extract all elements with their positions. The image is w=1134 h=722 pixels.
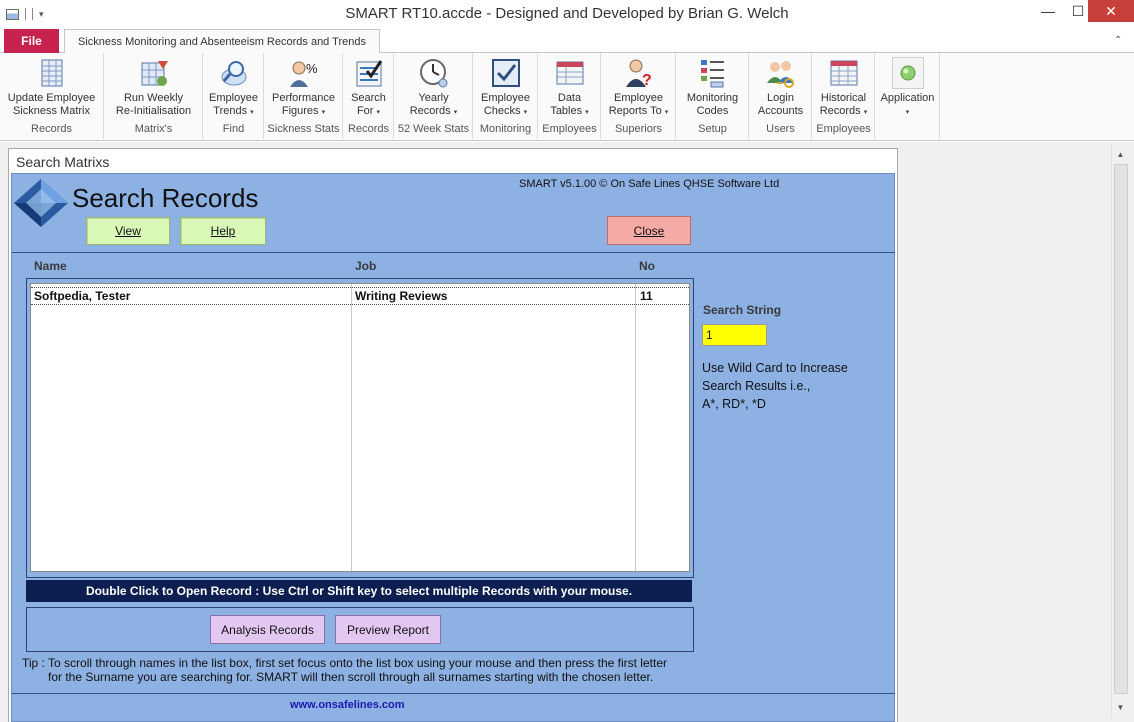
close-window-button[interactable]: ✕: [1088, 0, 1134, 22]
list-column-job: [352, 284, 636, 571]
application-button[interactable]: Application ▾: [876, 57, 939, 119]
analysis-records-button[interactable]: Analysis Records: [210, 615, 325, 644]
users-keys-icon: [765, 57, 797, 89]
ribbon: Update Employee Sickness Matrix Records R…: [0, 53, 1134, 141]
svg-text:?: ?: [642, 72, 652, 89]
list-codes-icon: [697, 57, 729, 89]
ribbon-group-superiors: ? Employee Reports To ▾ Superiors: [602, 53, 676, 139]
diamond-logo-icon: [12, 177, 70, 229]
column-header-name: Name: [34, 259, 67, 273]
ribbon-group-sickness-stats: % Performance Figures ▾ Sickness Stats: [265, 53, 343, 139]
maximize-button[interactable]: ☐: [1066, 0, 1090, 22]
checklist-icon: [353, 57, 385, 89]
tip-text: Tip : To scroll through names in the lis…: [22, 656, 667, 684]
employee-reports-to-button[interactable]: ? Employee Reports To ▾: [602, 57, 675, 119]
group-label: Records: [31, 123, 72, 135]
page-title: Search Records: [72, 183, 259, 213]
column-header-job: Job: [355, 259, 377, 273]
search-string-input[interactable]: [702, 324, 767, 346]
vertical-scrollbar[interactable]: ▲ ▼: [1111, 144, 1129, 718]
svg-text:%: %: [306, 61, 318, 76]
login-accounts-button[interactable]: Login Accounts: [750, 57, 811, 118]
list-cell-no: 11: [640, 289, 653, 303]
group-label: Setup: [698, 123, 727, 135]
instruction-bar: Double Click to Open Record : Use Ctrl o…: [26, 580, 692, 602]
user-question-icon: ?: [623, 57, 655, 89]
list-column-name: [31, 284, 352, 571]
divider: [12, 252, 895, 253]
scroll-down-icon[interactable]: ▼: [1112, 699, 1129, 716]
historical-records-button[interactable]: Historical Records ▾: [813, 57, 874, 119]
performance-figures-button[interactable]: % Performance Figures ▾: [265, 57, 342, 119]
group-label: Employees: [542, 123, 597, 135]
list-cell-name: Softpedia, Tester: [34, 289, 131, 303]
ribbon-group-find: Employee Trends ▾ Find: [204, 53, 264, 139]
refresh-matrix-icon: [138, 57, 170, 89]
find-icon: [218, 57, 250, 89]
ribbon-group-employees: Data Tables ▾ Employees: [539, 53, 601, 139]
percent-user-icon: %: [288, 57, 320, 89]
minimize-button[interactable]: —: [1036, 0, 1060, 22]
column-header-no: No: [639, 259, 655, 273]
ribbon-group-application: Application ▾: [876, 53, 940, 139]
employee-checks-button[interactable]: Employee Checks ▾: [474, 57, 537, 119]
group-label: Find: [222, 123, 245, 135]
data-table-icon: [554, 57, 586, 89]
monitoring-codes-button[interactable]: Monitoring Codes: [677, 57, 748, 118]
view-button[interactable]: View: [86, 217, 170, 245]
table-icon: [36, 57, 68, 89]
yearly-records-button[interactable]: Yearly Records ▾: [395, 57, 472, 119]
group-label: Records: [348, 123, 389, 135]
form-tab-title: Search Matrixs: [9, 149, 897, 173]
chevron-up-icon[interactable]: ⌃: [1114, 35, 1122, 46]
group-label: Employees: [816, 123, 871, 135]
preview-report-button[interactable]: Preview Report: [335, 615, 441, 644]
ribbon-group-users: Login Accounts Users: [750, 53, 812, 139]
file-tab[interactable]: File: [4, 29, 59, 53]
window-title: SMART RT10.accde - Designed and Develope…: [345, 5, 789, 22]
ribbon-group-records-search: Search For ▾ Records: [344, 53, 394, 139]
update-sickness-matrix-button[interactable]: Update Employee Sickness Matrix: [0, 57, 103, 118]
run-weekly-reinitialisation-button[interactable]: Run Weekly Re-Initialisation: [105, 57, 202, 118]
scrollbar-thumb[interactable]: [1114, 164, 1128, 694]
wildcard-note: Use Wild Card to Increase Search Results…: [702, 361, 848, 411]
ribbon-group-employees-history: Historical Records ▾ Employees: [813, 53, 875, 139]
title-bar: ▾ SMART RT10.accde - Designed and Develo…: [0, 0, 1134, 30]
group-label: Matrix's: [134, 123, 173, 135]
employee-trends-button[interactable]: Employee Trends ▾: [204, 57, 263, 119]
checkbox-icon: [490, 57, 522, 89]
clock-icon: [418, 57, 450, 89]
ribbon-group-matrixs: Run Weekly Re-Initialisation Matrix's: [105, 53, 203, 139]
copyright-text: SMART v5.1.00 © On Safe Lines QHSE Softw…: [519, 178, 780, 190]
search-for-button[interactable]: Search For ▾: [344, 57, 393, 119]
ribbon-tab-row: File Sickness Monitoring and Absenteeism…: [0, 29, 1134, 54]
divider: [12, 693, 895, 694]
group-label: Superiors: [614, 123, 663, 135]
help-button[interactable]: Help: [180, 217, 266, 245]
scroll-up-icon[interactable]: ▲: [1112, 146, 1129, 163]
ribbon-group-monitoring: Employee Checks ▾ Monitoring: [474, 53, 538, 139]
website-link[interactable]: www.onsafelines.com: [290, 699, 405, 711]
search-string-label: Search String: [703, 303, 782, 317]
ribbon-group-records: Update Employee Sickness Matrix Records: [0, 53, 104, 139]
tab-sickness-monitoring[interactable]: Sickness Monitoring and Absenteeism Reco…: [64, 29, 380, 54]
list-cell-job: Writing Reviews: [355, 289, 448, 303]
application-icon: [891, 57, 924, 89]
list-item[interactable]: Softpedia, Tester Writing Reviews 11: [31, 287, 689, 305]
group-label: Sickness Stats: [267, 123, 340, 135]
data-tables-button[interactable]: Data Tables ▾: [539, 57, 600, 119]
records-listbox[interactable]: Softpedia, Tester Writing Reviews 11: [30, 283, 690, 572]
ribbon-group-52-week-stats: Yearly Records ▾ 52 Week Stats: [395, 53, 473, 139]
group-label: 52 Week Stats: [397, 123, 470, 135]
ribbon-group-setup: Monitoring Codes Setup: [677, 53, 749, 139]
close-button[interactable]: Close: [607, 216, 691, 245]
group-label: Monitoring: [479, 123, 532, 135]
history-table-icon: [828, 57, 860, 89]
group-label: Users: [766, 123, 795, 135]
